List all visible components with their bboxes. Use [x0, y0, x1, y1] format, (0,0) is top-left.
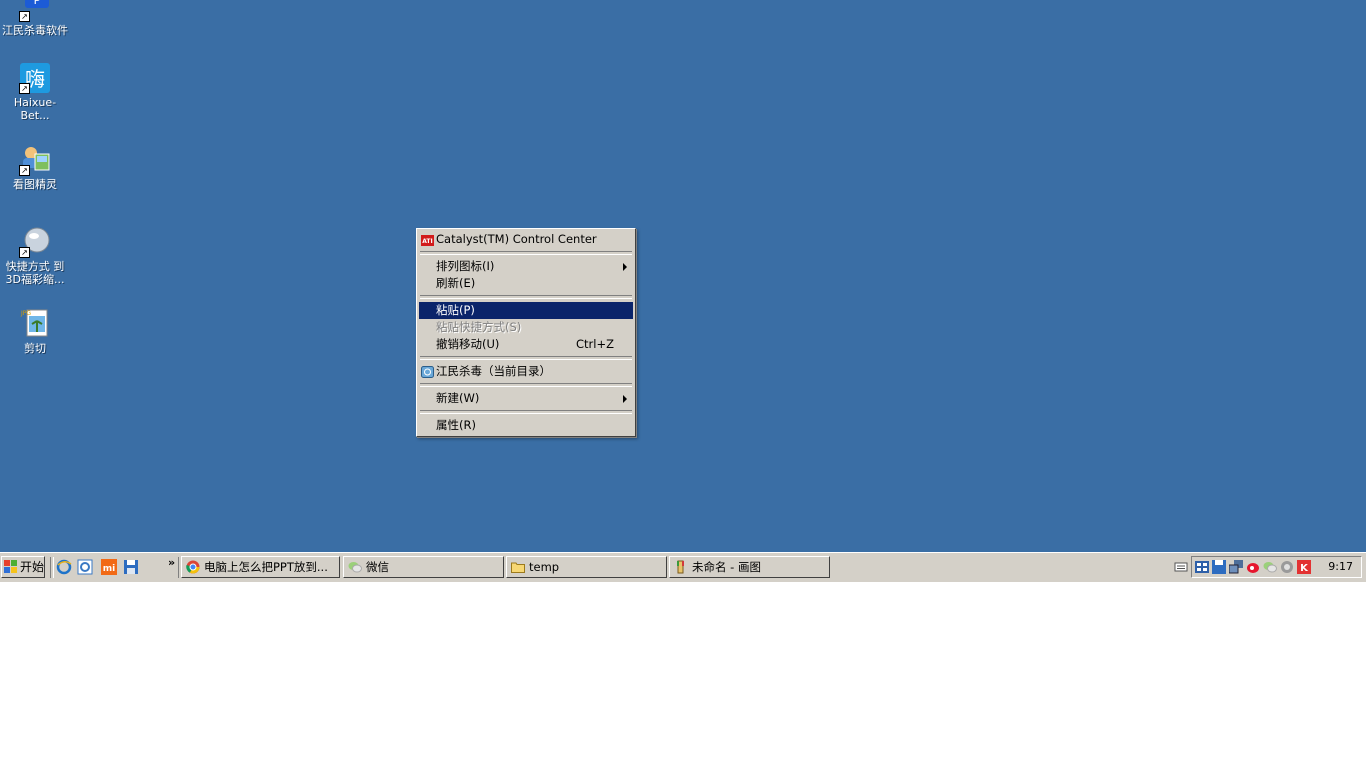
menu-item-paste[interactable]: 粘贴(P)	[419, 302, 633, 319]
taskbar-button-temp-folder[interactable]: temp	[506, 556, 667, 578]
taskbar-button-wechat[interactable]: 微信	[343, 556, 504, 578]
menu-item-label: 排列图标(I)	[436, 259, 495, 273]
menu-separator	[420, 251, 632, 255]
menu-item-new[interactable]: 新建(W)	[419, 390, 633, 407]
submenu-arrow-icon	[623, 395, 627, 403]
menu-item-catalyst[interactable]: ATI Catalyst(TM) Control Center	[419, 231, 633, 248]
system-tray: K 9:17	[1191, 556, 1362, 578]
menu-item-label: 粘贴(P)	[436, 303, 475, 317]
kingsoft-antivirus-icon[interactable]: K	[1297, 560, 1311, 574]
menu-item-label: 江民杀毒（当前目录）	[436, 364, 551, 378]
menu-item-jiangmin-scan[interactable]: 江民杀毒（当前目录）	[419, 363, 633, 380]
desktop-icon-label: 看图精灵	[13, 178, 57, 191]
taskbar-button-label: 未命名 - 画图	[692, 560, 761, 574]
chrome-icon	[186, 560, 200, 574]
svg-text:K: K	[1300, 563, 1309, 574]
weibo-icon[interactable]	[1246, 560, 1260, 574]
menu-item-arrange-icons[interactable]: 排列图标(I)	[419, 258, 633, 275]
image-viewer-icon: ↗	[19, 144, 51, 176]
windows-flag-icon	[4, 560, 18, 574]
jpg-file-icon: JPG	[19, 308, 51, 340]
menu-item-label: 粘贴快捷方式(S)	[436, 320, 522, 334]
taskbar-button-label: 电脑上怎么把PPT放到...	[204, 560, 328, 574]
taskbar-button-chrome[interactable]: 电脑上怎么把PPT放到...	[181, 556, 340, 578]
haixue-icon: 嗨 ↗	[19, 62, 51, 94]
menu-item-undo-move[interactable]: 撤销移动(U) Ctrl+Z	[419, 336, 633, 353]
desktop-icon-label: 江民杀毒软件	[2, 24, 68, 37]
sync-icon[interactable]	[1280, 560, 1294, 574]
menu-item-label: 撤销移动(U)	[436, 337, 500, 351]
menu-item-label: 新建(W)	[436, 391, 480, 405]
start-label: 开始	[20, 560, 45, 574]
start-button[interactable]: 开始	[1, 556, 45, 578]
desktop[interactable]: P ↗ 江民杀毒软件 嗨 ↗ Haixue-Bet... ↗ 看图精灵 ↗ 快捷…	[0, 0, 1366, 552]
menu-item-refresh[interactable]: 刷新(E)	[419, 275, 633, 292]
ati-icon: ATI	[421, 234, 434, 246]
svg-text:mi: mi	[103, 564, 115, 574]
desktop-icon-label: 快捷方式 到 3D福彩缩...	[5, 260, 65, 286]
menu-separator	[420, 410, 632, 414]
desktop-icon-label: Haixue-Bet...	[13, 96, 57, 122]
folder-icon	[511, 560, 525, 574]
paint-icon	[674, 560, 688, 574]
keyboard-icon[interactable]	[1174, 559, 1188, 573]
save-disk-icon[interactable]	[123, 559, 139, 575]
quick-launch-more-chevron[interactable]: »	[168, 556, 175, 569]
taskbar-button-label: temp	[529, 560, 560, 574]
desktop-icon-haixue[interactable]: 嗨 ↗ Haixue-Bet...	[0, 62, 70, 122]
taskbar-button-label: 微信	[366, 560, 389, 574]
desktop-icon-3d-lottery[interactable]: ↗ 快捷方式 到 3D福彩缩...	[0, 226, 70, 286]
desktop-icon-cut[interactable]: JPG 剪切	[0, 308, 70, 355]
menu-item-paste-shortcut: 粘贴快捷方式(S)	[419, 319, 633, 336]
svg-text:P: P	[34, 0, 41, 7]
menu-separator	[420, 356, 632, 360]
xiaomi-icon[interactable]: mi	[101, 559, 117, 575]
wechat-icon	[348, 560, 362, 574]
save-disk-icon[interactable]	[1212, 560, 1226, 574]
desktop-icon-jiangmin[interactable]: P ↗ 江民杀毒软件	[0, 0, 70, 37]
desktop-icon-label: 剪切	[24, 342, 46, 355]
shortcut-3d-lottery-icon: ↗	[19, 226, 51, 258]
menu-item-properties[interactable]: 属性(R)	[419, 417, 633, 434]
submenu-arrow-icon	[623, 263, 627, 271]
menu-separator	[420, 383, 632, 387]
jiangmin-antivirus-icon: P ↗	[19, 0, 51, 22]
taskbar-button-paint[interactable]: 未命名 - 画图	[669, 556, 830, 578]
ie-alt-icon[interactable]	[77, 559, 93, 575]
menu-item-label: 属性(R)	[436, 418, 476, 432]
menu-item-label: Catalyst(TM) Control Center	[436, 232, 597, 246]
wechat-icon[interactable]	[1263, 560, 1277, 574]
film-icon[interactable]	[1195, 560, 1209, 574]
svg-text:JPG: JPG	[20, 310, 31, 317]
network-icon[interactable]	[1228, 560, 1243, 574]
desktop-context-menu: ATI Catalyst(TM) Control Center 排列图标(I) …	[416, 228, 636, 437]
desktop-icon-image-viewer[interactable]: ↗ 看图精灵	[0, 144, 70, 191]
taskbar: 开始 mi » 电脑上怎么把PPT放到... 微信 temp 未命名 - 画图	[0, 552, 1366, 582]
toolbar-separator	[50, 557, 54, 578]
menu-shortcut: Ctrl+Z	[576, 337, 614, 351]
ie-icon[interactable]	[56, 559, 72, 575]
clock[interactable]: 9:17	[1328, 557, 1353, 577]
jiangmin-scan-icon	[421, 366, 434, 378]
menu-separator	[420, 295, 632, 299]
svg-text:ATI: ATI	[422, 238, 433, 245]
menu-item-label: 刷新(E)	[436, 276, 476, 290]
